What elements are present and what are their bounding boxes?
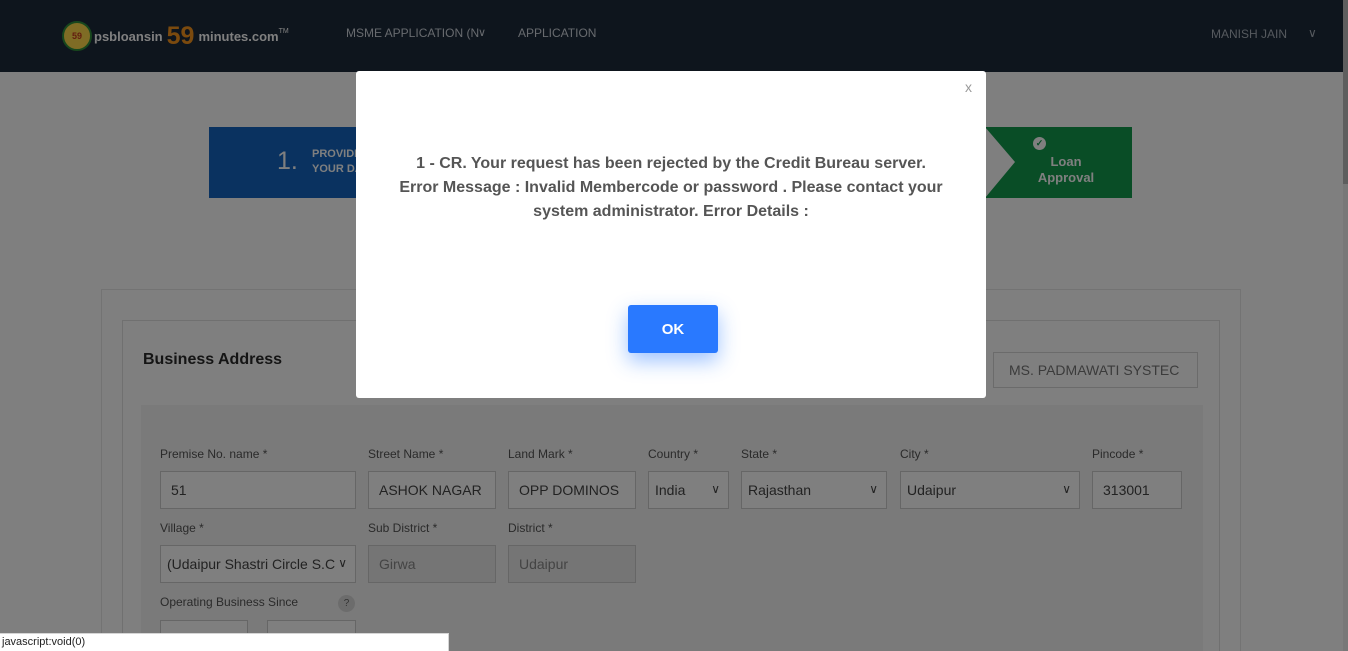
error-message: 1 - CR. Your request has been rejected b… (399, 155, 943, 220)
ok-button[interactable]: OK (628, 305, 718, 353)
browser-status-bar: javascript:void(0) (0, 633, 449, 651)
close-icon[interactable]: x (965, 79, 972, 95)
